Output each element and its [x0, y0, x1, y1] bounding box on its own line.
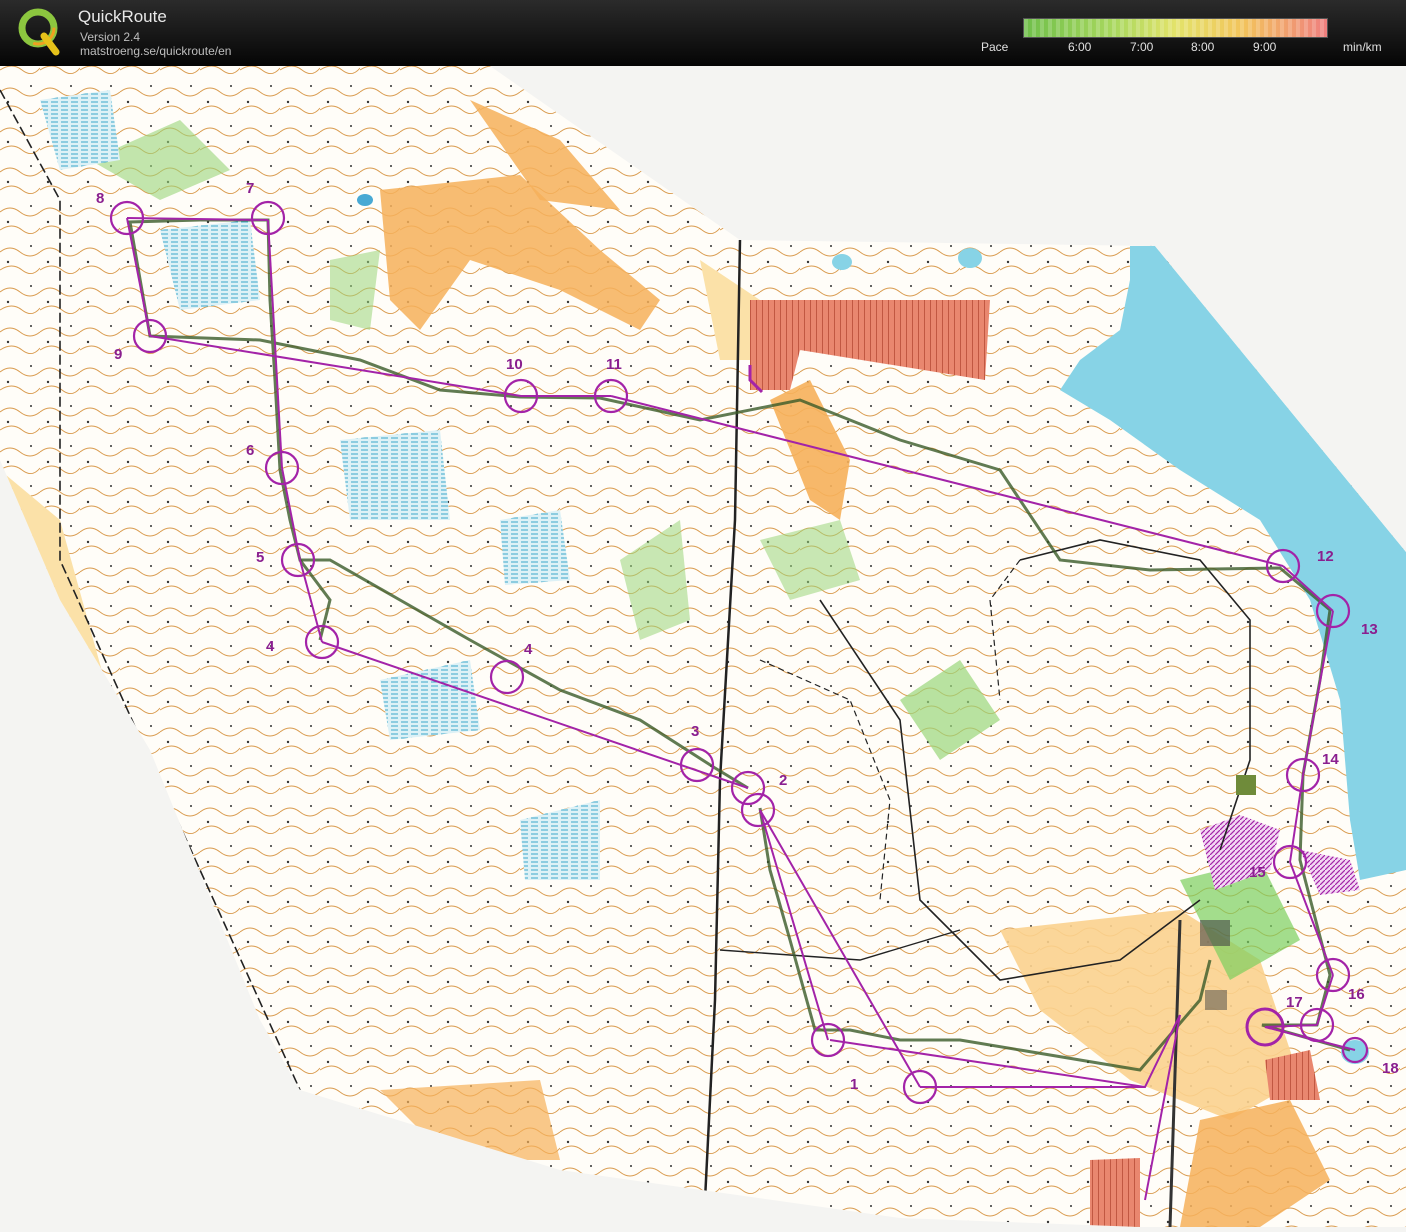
control-label-1: 1: [850, 1076, 858, 1093]
pace-label: Pace: [981, 40, 1009, 54]
orienteering-map[interactable]: 1 2 3 4 4 5 6 7 8 9 10 11 12 13 14 15 16…: [0, 66, 1406, 1227]
control-label-4a: 4: [524, 641, 533, 658]
control-label-11: 11: [606, 356, 622, 373]
pace-unit: min/km: [1343, 40, 1382, 54]
app-version: Version 2.4: [80, 30, 141, 44]
control-label-2: 2: [779, 772, 787, 789]
control-label-17: 17: [1286, 994, 1303, 1011]
map-canvas[interactable]: 1 2 3 4 4 5 6 7 8 9 10 11 12 13 14 15 16…: [0, 66, 1406, 1227]
control-label-12: 12: [1317, 548, 1334, 565]
quickroute-logo-icon: [18, 8, 60, 56]
pace-gradient-bar: [1023, 18, 1328, 38]
control-label-13: 13: [1361, 621, 1378, 638]
control-label-9: 9: [114, 346, 122, 363]
control-label-7: 7: [246, 180, 254, 197]
pace-tick-7: 7:00: [1130, 40, 1154, 54]
pace-tick-8: 8:00: [1191, 40, 1215, 54]
control-label-10: 10: [506, 356, 523, 373]
control-label-3: 3: [691, 723, 699, 740]
title-bar: QuickRoute Version 2.4 matstroeng.se/qui…: [0, 0, 1406, 66]
pace-tick-9: 9:00: [1253, 40, 1277, 54]
control-label-5: 5: [256, 549, 264, 566]
control-label-15: 15: [1249, 864, 1266, 881]
control-label-18: 18: [1382, 1060, 1399, 1077]
app-name: QuickRoute: [78, 7, 167, 26]
app-url[interactable]: matstroeng.se/quickroute/en: [80, 44, 231, 58]
control-label-8: 8: [96, 190, 104, 207]
control-label-16: 16: [1348, 986, 1365, 1003]
control-label-4b: 4: [266, 638, 275, 655]
control-label-14: 14: [1322, 751, 1339, 768]
pace-tick-6: 6:00: [1068, 40, 1092, 54]
map-paper: [0, 66, 1406, 1227]
control-label-6: 6: [246, 442, 254, 459]
